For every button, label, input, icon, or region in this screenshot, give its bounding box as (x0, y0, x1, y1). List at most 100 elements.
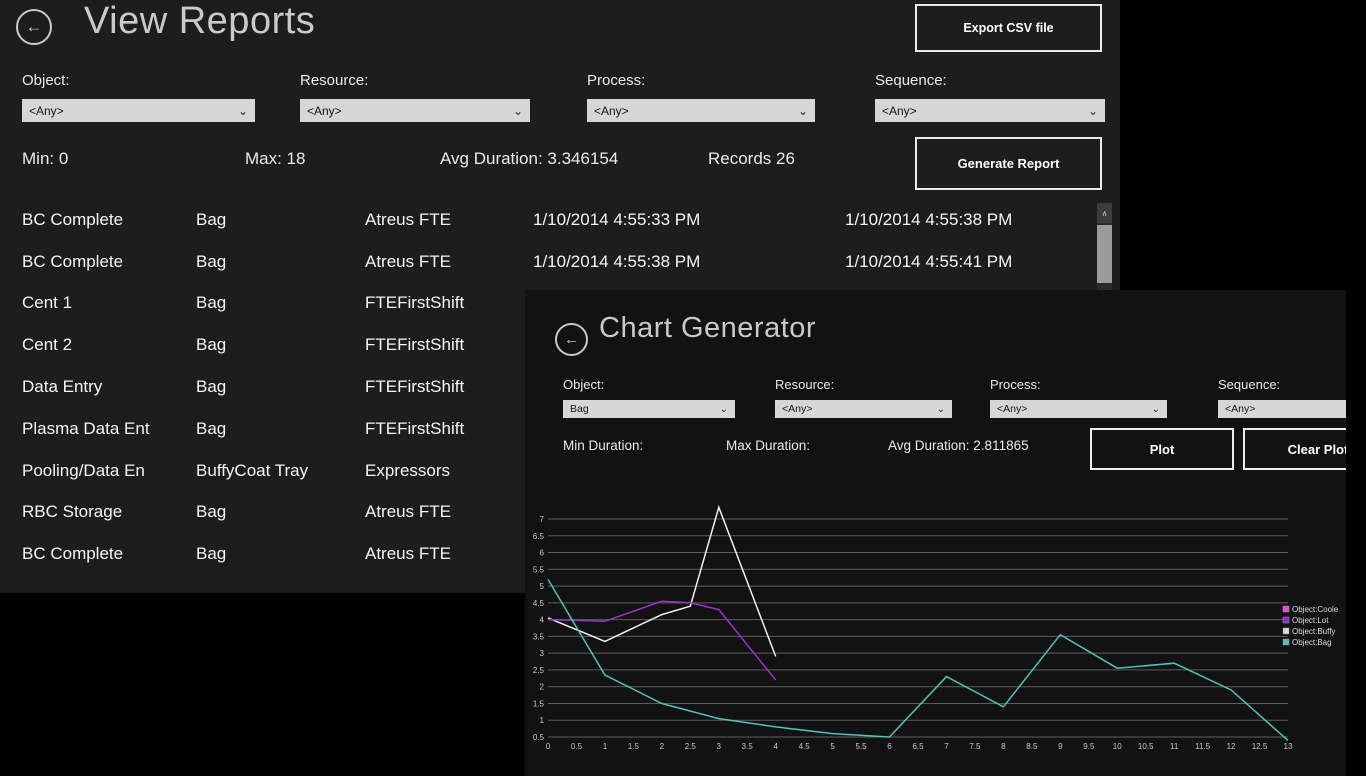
back-icon: ← (26, 17, 43, 37)
filter-label: Resource: (300, 72, 530, 89)
back-button[interactable]: ← (555, 323, 588, 356)
legend-swatch (1283, 617, 1289, 623)
dropdown-value: <Any> (782, 403, 812, 415)
scrollbar-thumb[interactable] (1097, 225, 1112, 283)
line-series-Object-Buffy (548, 507, 776, 656)
x-tick-label: 11.5 (1195, 742, 1211, 751)
x-tick-label: 9.5 (1083, 742, 1095, 751)
min-duration-stat: Min Duration: (563, 438, 643, 453)
table-cell: Bag (196, 502, 365, 522)
chevron-down-icon: ⌄ (1152, 404, 1160, 415)
x-tick-label: 4.5 (799, 742, 811, 751)
x-tick-label: 0 (546, 742, 551, 751)
table-cell: BuffyCoat Tray (196, 461, 365, 481)
table-cell: FTEFirstShift (365, 335, 533, 355)
filter-label: Object: (22, 72, 255, 89)
table-cell: Bag (196, 252, 365, 272)
dropdown-value: <Any> (1225, 403, 1255, 415)
resource-dropdown[interactable]: <Any> ⌄ (775, 400, 952, 418)
table-cell: Data Entry (22, 377, 196, 397)
x-tick-label: 6.5 (912, 742, 924, 751)
y-tick-label: 3.5 (533, 632, 545, 641)
dropdown-value: <Any> (882, 104, 917, 118)
x-tick-label: 4 (773, 742, 778, 751)
process-dropdown[interactable]: <Any> ⌄ (587, 99, 815, 122)
table-cell: BC Complete (22, 252, 196, 272)
table-cell: Pooling/Data En (22, 461, 196, 481)
table-cell: Bag (196, 293, 365, 313)
filter-sequence: Sequence: <Any> ⌄ (1218, 377, 1346, 418)
legend-swatch (1283, 639, 1289, 645)
x-tick-label: 5 (830, 742, 835, 751)
x-tick-label: 1 (603, 742, 608, 751)
legend-label: Object:Bag (1292, 638, 1332, 647)
table-cell: Bag (196, 544, 365, 564)
table-cell: 1/10/2014 4:55:33 PM (533, 210, 845, 230)
chevron-down-icon: ⌄ (513, 104, 523, 118)
x-tick-label: 2.5 (685, 742, 697, 751)
avg-duration-stat: Avg Duration: 3.346154 (440, 149, 618, 169)
table-cell: Atreus FTE (365, 252, 533, 272)
dropdown-value: <Any> (29, 104, 64, 118)
table-cell: 1/10/2014 4:55:38 PM (533, 252, 845, 272)
x-tick-label: 7.5 (969, 742, 981, 751)
y-tick-label: 3 (540, 649, 545, 658)
chevron-down-icon: ⌄ (798, 104, 808, 118)
page-title: Chart Generator (599, 308, 816, 348)
dropdown-value: <Any> (997, 403, 1027, 415)
table-row[interactable]: BC CompleteBagAtreus FTE1/10/2014 4:55:3… (22, 199, 1082, 241)
x-tick-label: 0.5 (571, 742, 583, 751)
table-cell: BC Complete (22, 210, 196, 230)
back-button[interactable]: ← (16, 9, 52, 45)
chevron-down-icon: ⌄ (1088, 104, 1098, 118)
chevron-down-icon: ⌄ (238, 104, 248, 118)
table-cell: Plasma Data Ent (22, 419, 196, 439)
table-cell: 1/10/2014 4:55:41 PM (845, 252, 1082, 272)
export-csv-button[interactable]: Export CSV file (915, 4, 1102, 52)
x-tick-label: 6 (887, 742, 892, 751)
table-cell: Bag (196, 335, 365, 355)
x-tick-label: 10.5 (1138, 742, 1154, 751)
table-cell: Atreus FTE (365, 544, 533, 564)
x-tick-label: 8.5 (1026, 742, 1038, 751)
legend-swatch (1283, 628, 1289, 634)
table-cell: Atreus FTE (365, 502, 533, 522)
table-cell: Bag (196, 419, 365, 439)
table-cell: Bag (196, 377, 365, 397)
avg-duration-stat: Avg Duration: 2.811865 (888, 438, 1029, 453)
plot-button[interactable]: Plot (1090, 428, 1234, 470)
filter-sequence: Sequence: <Any> ⌄ (875, 72, 1105, 122)
object-dropdown[interactable]: <Any> ⌄ (22, 99, 255, 122)
scroll-up-icon[interactable]: ∧ (1097, 203, 1112, 223)
x-tick-label: 1.5 (628, 742, 640, 751)
y-tick-label: 1.5 (533, 699, 545, 708)
y-tick-label: 4.5 (533, 599, 545, 608)
filter-process: Process: <Any> ⌄ (990, 377, 1167, 418)
clear-plot-button[interactable]: Clear Plot (1243, 428, 1346, 470)
y-tick-label: 1 (540, 716, 545, 725)
x-tick-label: 3 (717, 742, 722, 751)
table-cell: Bag (196, 210, 365, 230)
min-stat: Min: 0 (22, 149, 68, 169)
table-cell: Expressors (365, 461, 533, 481)
generate-report-button[interactable]: Generate Report (915, 137, 1102, 190)
object-dropdown[interactable]: Bag ⌄ (563, 400, 735, 418)
table-cell: FTEFirstShift (365, 293, 533, 313)
filter-label: Process: (587, 72, 815, 89)
max-duration-stat: Max Duration: (726, 438, 810, 453)
y-tick-label: 2.5 (533, 666, 545, 675)
filter-label: Sequence: (875, 72, 1105, 89)
sequence-dropdown[interactable]: <Any> ⌄ (875, 99, 1105, 122)
line-series-Object-Bag (548, 579, 1288, 740)
y-tick-label: 6.5 (533, 532, 545, 541)
x-tick-label: 3.5 (742, 742, 754, 751)
sequence-dropdown[interactable]: <Any> ⌄ (1218, 400, 1346, 418)
filter-label: Process: (990, 377, 1167, 392)
records-stat: Records 26 (708, 149, 795, 169)
x-tick-label: 10 (1113, 742, 1122, 751)
resource-dropdown[interactable]: <Any> ⌄ (300, 99, 530, 122)
process-dropdown[interactable]: <Any> ⌄ (990, 400, 1167, 418)
table-cell: 1/10/2014 4:55:38 PM (845, 210, 1082, 230)
table-row[interactable]: BC CompleteBagAtreus FTE1/10/2014 4:55:3… (22, 241, 1082, 283)
x-tick-label: 7 (944, 742, 949, 751)
